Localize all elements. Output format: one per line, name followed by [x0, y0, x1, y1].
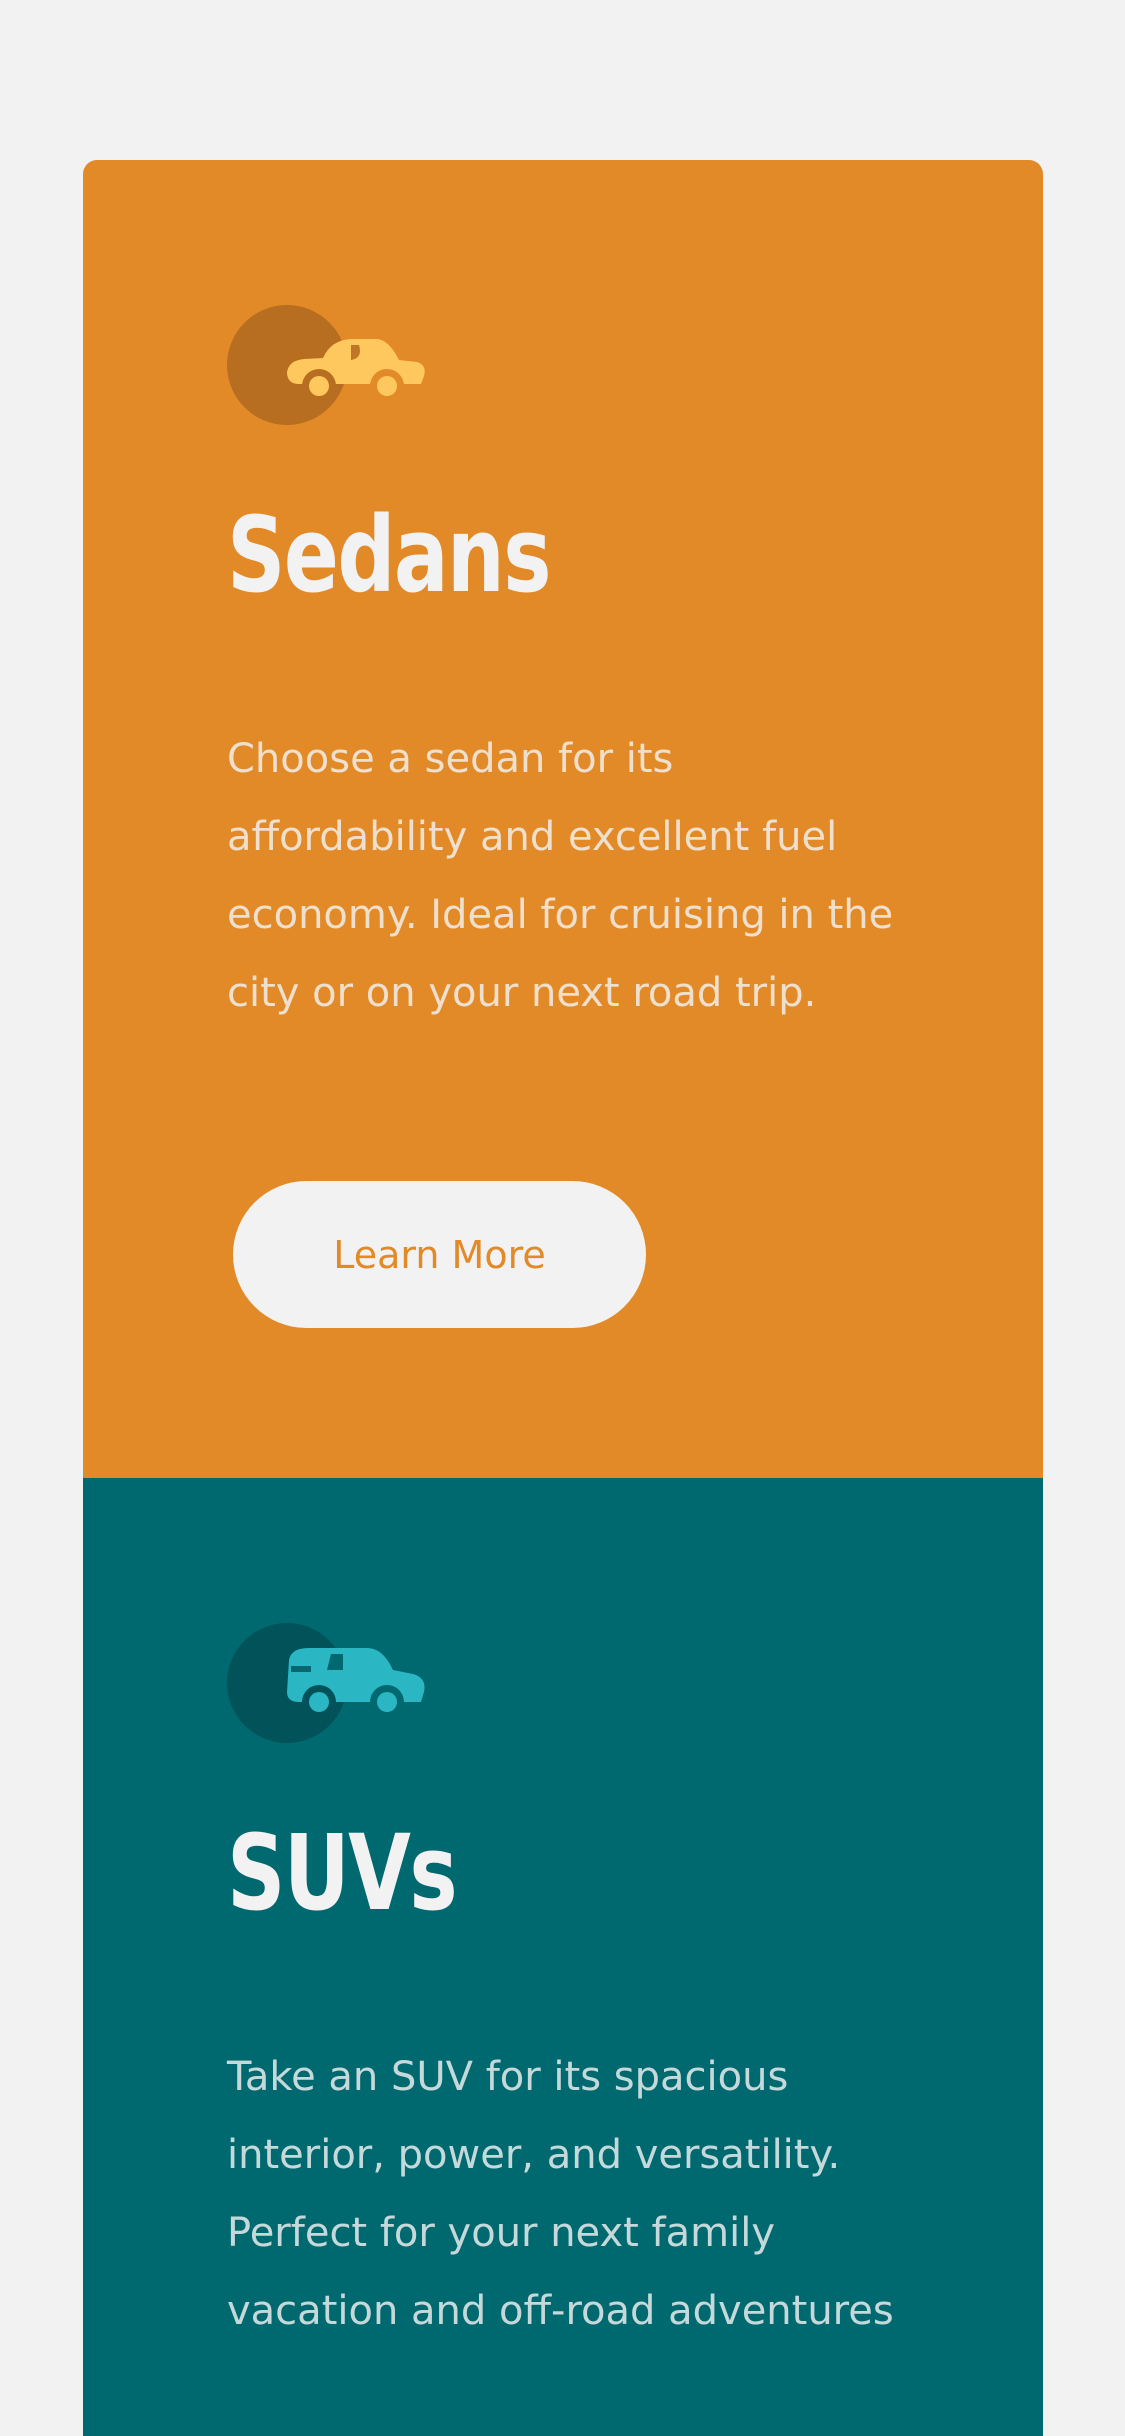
suvs-description: Take an SUV for its spacious interior, p…	[227, 2054, 894, 2334]
sedan-car-icon	[227, 304, 427, 428]
page: Sedans Choose a sedan for its affordabil…	[0, 0, 1125, 2436]
suvs-card: SUVs Take an SUV for its spacious interi…	[83, 1478, 1043, 2436]
sedans-title: Sedans	[227, 494, 551, 616]
sedans-card: Sedans Choose a sedan for its affordabil…	[83, 160, 1043, 1478]
suv-car-icon	[227, 1622, 427, 1746]
learn-more-button[interactable]: Learn More	[233, 1181, 646, 1328]
sedans-description: Choose a sedan for its affordability and…	[227, 736, 894, 1016]
suvs-title: SUVs	[227, 1812, 458, 1934]
car-type-cards: Sedans Choose a sedan for its affordabil…	[83, 160, 1043, 2436]
